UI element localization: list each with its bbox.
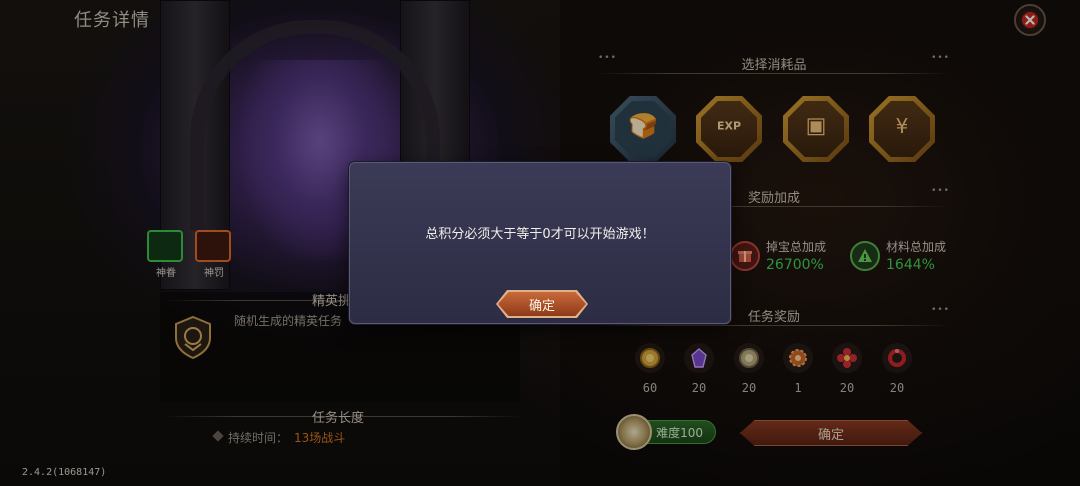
alert-message: 总积分必须大于等于0才可以开始游戏！ [425,227,655,242]
alert-confirm-button[interactable]: 确定 [498,292,586,316]
alert-confirm-label: 确定 [528,298,555,314]
alert-dialog: 总积分必须大于等于0才可以开始游戏！ 确定 [349,162,731,324]
